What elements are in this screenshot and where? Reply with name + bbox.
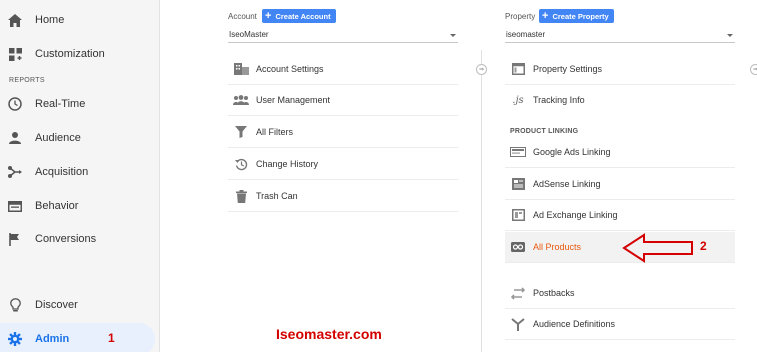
- property-selected-value: iseomaster: [506, 30, 546, 39]
- plus-icon: +: [542, 9, 549, 22]
- callout-arrow-icon: [622, 233, 693, 263]
- sidebar-item-discover[interactable]: Discover: [0, 290, 155, 320]
- trash-can-item[interactable]: Trash Can: [228, 181, 458, 212]
- ads-icon: [510, 145, 526, 159]
- account-selector[interactable]: IseoMaster: [228, 29, 458, 43]
- property-label: Property: [505, 12, 536, 21]
- filter-icon: [233, 125, 249, 139]
- person-icon: [7, 130, 23, 146]
- sidebar-item-label: Acquisition: [35, 166, 89, 178]
- clock-icon: [7, 96, 23, 112]
- link-icon: [510, 240, 526, 254]
- home-icon: [7, 12, 23, 28]
- chevron-down-icon: [450, 34, 456, 37]
- js-icon: .js: [512, 94, 524, 106]
- menu-item-label: User Management: [256, 95, 331, 105]
- create-property-label: Create Property: [552, 11, 609, 21]
- arrow-right-icon[interactable]: ⇒: [476, 64, 487, 75]
- account-selected-value: IseoMaster: [229, 30, 269, 39]
- audience-definitions-icon: [510, 317, 526, 331]
- ad-exchange-linking-item[interactable]: Ad Exchange Linking: [505, 200, 735, 231]
- postbacks-item[interactable]: Postbacks: [505, 278, 735, 309]
- sidebar-item-label: Customization: [35, 48, 105, 60]
- account-label: Account: [228, 12, 257, 21]
- adsense-linking-item[interactable]: AdSense Linking: [505, 169, 735, 200]
- account-settings-item[interactable]: Account Settings: [228, 54, 458, 85]
- history-icon: [233, 157, 249, 171]
- tracking-info-item[interactable]: .js Tracking Info: [505, 85, 735, 116]
- gear-icon: [7, 331, 23, 347]
- chevron-down-icon: [727, 34, 733, 37]
- menu-item-label: Google Ads Linking: [533, 147, 611, 157]
- menu-item-label: Ad Exchange Linking: [533, 210, 618, 220]
- menu-item-label: All Products: [533, 242, 582, 252]
- behavior-icon: [7, 198, 23, 214]
- menu-item-label: Change History: [256, 159, 319, 169]
- sidebar-item-real-time[interactable]: Real-Time: [0, 89, 155, 119]
- settings-window-icon: [510, 62, 526, 76]
- menu-item-label: AdSense Linking: [533, 179, 601, 189]
- menu-item-label: Audience Definitions: [533, 319, 616, 329]
- menu-item-label: Property Settings: [533, 64, 603, 74]
- sidebar-item-behavior[interactable]: Behavior: [0, 191, 155, 221]
- flag-icon: [7, 231, 23, 247]
- sidebar-item-label: Behavior: [35, 200, 79, 212]
- menu-item-label: Account Settings: [256, 64, 324, 74]
- product-linking-label: PRODUCT LINKING: [510, 128, 579, 135]
- trash-icon: [233, 189, 249, 203]
- sidebar: Home Customization REPORTS Real-Time Aud…: [0, 0, 160, 352]
- menu-item-label: Postbacks: [533, 288, 575, 298]
- create-account-button[interactable]: + Create Account: [262, 9, 336, 23]
- menu-item-label: All Filters: [256, 127, 294, 137]
- step-marker-2: 2: [700, 239, 707, 253]
- menu-item-label: Trash Can: [256, 191, 298, 201]
- postbacks-icon: [510, 286, 526, 300]
- user-management-item[interactable]: User Management: [228, 85, 458, 116]
- all-filters-item[interactable]: All Filters: [228, 117, 458, 148]
- menu-item-label: Tracking Info: [533, 95, 585, 105]
- create-property-button[interactable]: + Create Property: [539, 9, 614, 23]
- ad-exchange-icon: [510, 208, 526, 222]
- change-history-item[interactable]: Change History: [228, 149, 458, 180]
- sidebar-item-label: Home: [35, 14, 65, 26]
- column-divider: [481, 50, 482, 352]
- sidebar-item-acquisition[interactable]: Acquisition: [0, 157, 155, 187]
- sidebar-item-admin[interactable]: Admin: [0, 323, 155, 352]
- building-icon: [233, 62, 249, 76]
- dashboard-icon: [7, 46, 23, 62]
- sidebar-item-conversions[interactable]: Conversions: [0, 224, 155, 254]
- lightbulb-icon: [7, 297, 23, 313]
- property-selector[interactable]: iseomaster: [505, 29, 735, 43]
- reports-section-label: REPORTS: [9, 77, 45, 84]
- sidebar-item-label: Conversions: [35, 233, 97, 245]
- plus-icon: +: [265, 9, 272, 22]
- step-marker-1: 1: [108, 331, 115, 345]
- sidebar-item-label: Real-Time: [35, 98, 86, 110]
- acquisition-icon: [7, 164, 23, 180]
- arrow-right-icon[interactable]: ⇒: [750, 64, 757, 75]
- sidebar-item-label: Audience: [35, 132, 81, 144]
- sidebar-item-audience[interactable]: Audience: [0, 123, 155, 153]
- sidebar-item-customization[interactable]: Customization: [0, 39, 155, 69]
- sidebar-item-label: Admin: [35, 333, 70, 345]
- property-settings-item[interactable]: Property Settings: [505, 54, 735, 85]
- audience-definitions-item[interactable]: Audience Definitions: [505, 309, 735, 340]
- google-ads-linking-item[interactable]: Google Ads Linking: [505, 137, 735, 168]
- adsense-icon: [510, 177, 526, 191]
- watermark-text: Iseomaster.com: [276, 326, 382, 342]
- sidebar-item-home[interactable]: Home: [0, 5, 155, 35]
- create-account-label: Create Account: [275, 11, 331, 21]
- users-icon: [233, 93, 249, 107]
- sidebar-item-label: Discover: [35, 299, 78, 311]
